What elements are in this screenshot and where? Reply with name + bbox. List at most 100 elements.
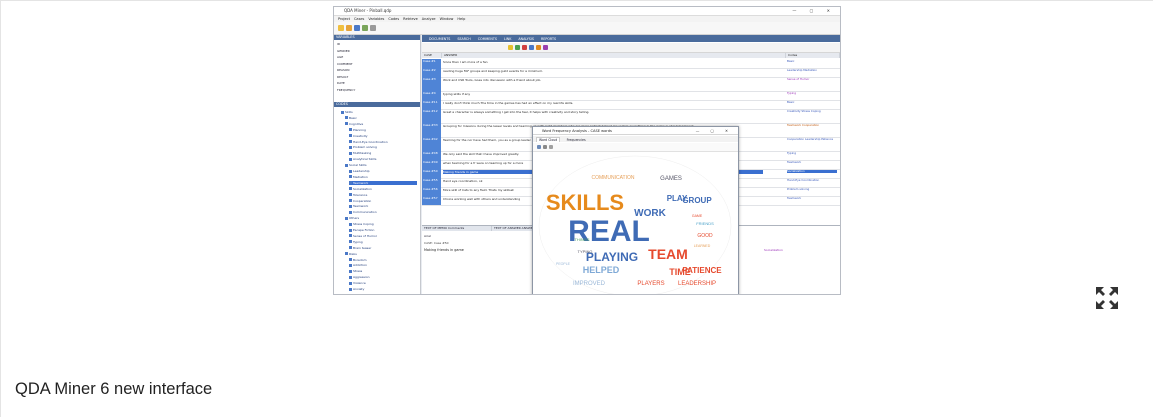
code-tree-item[interactable]: Stress [349,269,417,273]
copy-icon[interactable] [537,144,541,149]
main-tab[interactable]: ANALYSIS [518,37,534,41]
variable-item[interactable]: ID [337,42,340,46]
code-tree-item[interactable]: Skills [341,110,417,114]
variable-item[interactable]: REASON [337,68,350,72]
column-header[interactable]: ANSWER [442,53,786,58]
code-tree-item[interactable]: Cognitive [345,122,417,126]
menu-item[interactable]: Window [440,17,454,21]
table-row[interactable]: Case #3 Work and CSR Tools, Goes into dis… [422,77,840,92]
code-icon [349,246,352,250]
code-tree-item[interactable]: Others [345,216,417,220]
menu-item[interactable]: Project [338,17,350,21]
code-label: Aggression [353,275,370,280]
case-cell: Case #56 [422,187,441,196]
table-row[interactable]: Case #12 Great a character is always some… [422,109,840,124]
code-tree-item[interactable]: Leadership [349,169,417,173]
color-marker-icon[interactable] [543,45,548,50]
main-tab[interactable]: COMMENTS [478,37,497,41]
code-tree-item[interactable]: Mediation [349,175,417,179]
code-tree-item[interactable]: Communication [349,210,417,214]
code-tree-item[interactable]: Social Skills [345,163,417,167]
save-icon[interactable] [354,25,360,31]
code-icon [349,199,352,202]
code-tree-item[interactable]: Teamwork [349,180,417,185]
toolbar [334,22,840,35]
popup-window-controls[interactable]: — ▢ ✕ [696,127,733,135]
code-label: Socialization [353,186,372,191]
variable-item[interactable]: GENDER [337,49,350,53]
code-tree-item[interactable]: Hand-Eye Coordination [349,140,417,144]
code-tree-item[interactable]: Addiction [349,263,417,267]
settings-icon[interactable] [549,144,553,149]
code-tree-item[interactable]: Tolerance [349,193,417,197]
tab-word-cloud[interactable]: Word Cloud [536,137,561,142]
main-tab[interactable]: REPORTS [541,37,556,41]
menu-item[interactable]: Variables [368,17,384,21]
column-header[interactable]: Codes [786,53,840,58]
code-icon [349,140,352,143]
main-tab[interactable]: SEARCH [457,37,470,41]
code-tree-item[interactable]: Anxiety [349,287,417,291]
code-icon [349,193,352,197]
main-tab[interactable]: LINK [504,37,511,41]
color-marker-icon[interactable] [515,45,520,50]
color-marker-icon[interactable] [536,45,541,50]
code-icon [341,110,344,114]
code-icon [345,122,348,126]
export-icon[interactable] [370,25,376,31]
code-tree-item[interactable]: Problem solving [349,145,417,149]
menu-item[interactable]: Help [457,17,465,21]
menu-item[interactable]: Codes [388,17,399,21]
import-icon[interactable] [362,25,368,31]
code-tree-item[interactable]: Aggression [349,275,417,279]
main-tab[interactable]: DOCUMENTS [429,37,450,41]
code-tree-item[interactable]: Stress Coping [349,222,417,226]
color-marker-icon[interactable] [508,45,513,50]
code-tree-item[interactable]: Planning [349,128,417,132]
variable-item[interactable]: COMMENT [337,62,353,66]
code-label: Planning [353,127,366,132]
code-tree-item[interactable]: Analytical Skills [349,157,417,161]
case-cell: Case #55 [422,178,441,187]
variable-item[interactable]: AGE [337,55,343,59]
tab-frequencies[interactable]: Frequencies [565,138,588,142]
open-icon[interactable] [346,25,352,31]
cloud-word: PEOPLE [556,262,571,266]
variable-item[interactable]: RESULT [337,75,348,79]
cloud-word: HELPED [583,265,620,275]
color-marker-icon[interactable] [522,45,527,50]
variable-item[interactable]: DATE [337,81,345,85]
color-marker-icon[interactable] [529,45,534,50]
code-label: Tolerance [353,192,368,197]
menu-item[interactable]: Analyze [422,17,436,21]
code-cell: Teamwork [787,196,802,200]
menu-item[interactable]: Cases [354,17,364,21]
code-tree-item[interactable]: Brain teaser [349,246,417,250]
code-tree-item[interactable]: Sense of Humor [349,234,417,238]
font-select[interactable]: Arial [424,234,431,238]
code-tree-item[interactable]: Creativity [349,134,417,138]
code-tree-item[interactable]: Multitasking [349,151,417,155]
print-icon[interactable] [543,144,547,149]
variable-item[interactable]: FREQUENCY [337,88,355,92]
variables-header: VARIABLES [334,35,420,40]
code-tree-item[interactable]: Violence [349,281,417,285]
memo-text[interactable]: Making friends in game [424,248,464,252]
code-label: Stress [353,269,363,274]
word-cloud: SKILLSREALTEAMPLAYINGWORKPLAYGROUPTIMEHE… [538,155,732,294]
code-cell: Typing [787,151,797,155]
code-tree-item[interactable]: Boredom [349,258,417,262]
code-tree-item[interactable]: Basic [345,116,417,120]
code-tree-item[interactable]: Risks [345,252,417,256]
menu-item[interactable]: Retrieve [403,17,418,21]
window-controls[interactable]: — ▢ ✕ [792,8,836,13]
code-cell: Basic [787,59,795,63]
code-tree-item[interactable]: Cooperation [349,199,417,203]
code-tree-item[interactable]: Typing [349,240,417,244]
code-tree-item[interactable]: Socialization [349,187,417,191]
code-tree-item[interactable]: Teamwork [349,204,417,208]
code-tree-item[interactable]: Escape Fiction [349,228,417,232]
new-icon[interactable] [338,25,344,31]
expand-icon[interactable] [1094,285,1120,311]
column-header[interactable]: CASE [422,53,442,58]
